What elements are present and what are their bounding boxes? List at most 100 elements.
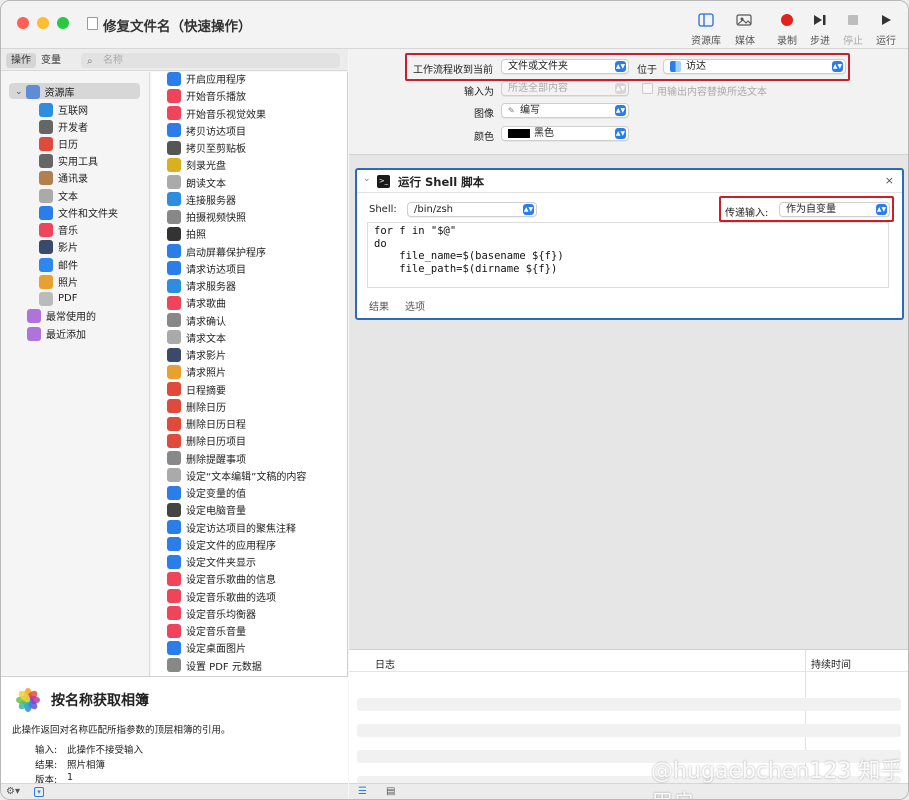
- action-item[interactable]: 设定音乐歌曲的选项: [167, 588, 276, 605]
- script-editor[interactable]: for f in "$@" do file_name=$(basename ${…: [367, 222, 889, 288]
- category-item[interactable]: 实用工具: [39, 152, 98, 169]
- action-item[interactable]: 设定音乐音量: [167, 622, 246, 639]
- list-view-icon[interactable]: ☰: [358, 786, 367, 797]
- action-item[interactable]: 设定访达项目的聚焦注释: [167, 519, 296, 536]
- replace-checkbox[interactable]: [642, 83, 653, 94]
- action-item[interactable]: 日程摘要: [167, 381, 226, 398]
- split-view-icon[interactable]: ▤: [386, 786, 395, 797]
- tab-variables[interactable]: 变量: [36, 53, 66, 68]
- action-item[interactable]: 设定文件的应用程序: [167, 536, 276, 553]
- gear-icon[interactable]: ⚙︎▾: [6, 786, 20, 797]
- action-item[interactable]: 开启应用程序: [167, 70, 246, 87]
- action-item[interactable]: 设置 PDF 元数据: [167, 657, 262, 674]
- action-label: 设定桌面图片: [186, 644, 246, 656]
- category-item[interactable]: ⌄ 资源库: [15, 83, 75, 100]
- search-field[interactable]: ⌕ 名称: [81, 53, 340, 68]
- action-item[interactable]: 拷贝访达项目: [167, 122, 246, 139]
- receives-popup[interactable]: 文件或文件夹 ▲▼: [501, 59, 629, 74]
- tab-results[interactable]: 结果: [369, 298, 389, 313]
- category-item[interactable]: 影片: [39, 238, 78, 255]
- category-label: 开发者: [58, 123, 88, 134]
- chevron-updown-icon: ▲▼: [615, 83, 626, 94]
- action-item[interactable]: 请求访达项目: [167, 260, 246, 277]
- category-item[interactable]: PDF: [39, 290, 77, 307]
- category-item[interactable]: 通讯录: [39, 169, 88, 186]
- zoom-button[interactable]: [57, 17, 69, 29]
- shell-popup[interactable]: /bin/zsh ▲▼: [407, 202, 537, 217]
- category-item[interactable]: 文件和文件夹: [39, 204, 118, 221]
- automator-window: 修复文件名（快速操作） 资源库 媒体 录制 步进 停止 运行 操作 变量 ⌕ 名…: [0, 0, 909, 800]
- pass-input-popup[interactable]: 作为自变量 ▲▼: [779, 202, 890, 217]
- action-item[interactable]: 请求歌曲: [167, 294, 226, 311]
- shell-popup-value: /bin/zsh: [414, 204, 453, 215]
- action-item[interactable]: 拍摄视频快照: [167, 208, 246, 225]
- log-column-header[interactable]: 日志: [375, 656, 395, 671]
- action-item[interactable]: 请求文本: [167, 329, 226, 346]
- duration-column-header[interactable]: 持续时间: [811, 656, 851, 671]
- action-icon: [167, 244, 181, 258]
- action-item[interactable]: 开始音乐视觉效果: [167, 105, 266, 122]
- category-label: PDF: [58, 293, 78, 304]
- category-item[interactable]: 最近添加: [27, 325, 86, 342]
- category-item[interactable]: 日历: [39, 135, 78, 152]
- utilities-icon: [39, 153, 53, 168]
- category-item[interactable]: 照片: [39, 273, 78, 290]
- action-item[interactable]: 请求照片: [167, 363, 226, 380]
- action-label: 设定变量的值: [186, 489, 246, 500]
- action-item[interactable]: 设定桌面图片: [167, 639, 246, 656]
- action-item[interactable]: 设定“文本编辑”文稿的内容: [167, 467, 306, 484]
- action-item[interactable]: 请求确认: [167, 312, 226, 329]
- action-item[interactable]: 连接服务器: [167, 191, 236, 208]
- action-item[interactable]: 启动屏幕保护程序: [167, 243, 266, 260]
- category-item[interactable]: 开发者: [39, 118, 88, 135]
- action-item[interactable]: 删除提醒事项: [167, 450, 246, 467]
- input-is-popup[interactable]: 所选全部内容 ▲▼: [501, 81, 629, 96]
- chevron-updown-icon: ▲▼: [876, 204, 887, 215]
- log-row: [357, 724, 901, 737]
- action-description: 按名称获取相簿 此操作返回对名称匹配所指参数的顶层相簿的引用。 输入: 此操作不…: [1, 676, 348, 786]
- description-toggle-icon[interactable]: ▾: [34, 787, 44, 797]
- action-item[interactable]: 设定变量的值: [167, 484, 246, 501]
- toolbar-record-button[interactable]: 录制: [769, 11, 805, 47]
- action-item[interactable]: 设定音乐歌曲的信息: [167, 570, 276, 587]
- image-popup[interactable]: ✎ 编写 ▲▼: [501, 103, 629, 118]
- tab-actions[interactable]: 操作: [6, 53, 36, 68]
- in-app-popup[interactable]: 访达 ▲▼: [663, 59, 846, 74]
- toolbar-run-button[interactable]: 运行: [868, 11, 904, 47]
- action-item[interactable]: 开始音乐播放: [167, 87, 246, 104]
- tab-options[interactable]: 选项: [405, 298, 425, 313]
- close-action-icon[interactable]: ×: [885, 174, 894, 187]
- toolbar-library-button[interactable]: 资源库: [688, 11, 724, 47]
- action-item[interactable]: 拍照: [167, 225, 206, 242]
- toolbar-stop-button[interactable]: 停止: [835, 11, 871, 47]
- category-item[interactable]: 邮件: [39, 256, 78, 273]
- step-icon: [802, 11, 838, 29]
- input-value: 此操作不接受输入: [67, 745, 144, 756]
- disclosure-icon[interactable]: ⌄: [363, 174, 371, 184]
- chevron-updown-icon: ▲▼: [832, 61, 843, 72]
- media-icon: [727, 11, 763, 29]
- action-item[interactable]: 请求服务器: [167, 277, 236, 294]
- toolbar-media-button[interactable]: 媒体: [727, 11, 763, 47]
- action-label: 请求访达项目: [186, 264, 246, 276]
- category-item[interactable]: 互联网: [39, 101, 88, 118]
- action-item[interactable]: 删除日历: [167, 398, 226, 415]
- toolbar-step-button[interactable]: 步进: [802, 11, 838, 47]
- category-item[interactable]: 最常使用的: [27, 307, 96, 324]
- action-item[interactable]: 删除日历项目: [167, 432, 246, 449]
- category-item[interactable]: 音乐: [39, 221, 78, 238]
- action-item[interactable]: 刻录光盘: [167, 156, 226, 173]
- category-item[interactable]: 文本: [39, 187, 78, 204]
- action-item[interactable]: 请求影片: [167, 346, 226, 363]
- close-button[interactable]: [17, 17, 29, 29]
- action-item[interactable]: 拷贝至剪贴板: [167, 139, 246, 156]
- color-popup[interactable]: 黑色 ▲▼: [501, 126, 629, 141]
- minimize-button[interactable]: [37, 17, 49, 29]
- action-item[interactable]: 设定电脑音量: [167, 501, 246, 518]
- action-item[interactable]: 设定音乐均衡器: [167, 605, 256, 622]
- action-item[interactable]: 删除日历日程: [167, 415, 246, 432]
- action-item[interactable]: 设定文件夹显示: [167, 553, 256, 570]
- action-item[interactable]: 朗读文本: [167, 174, 226, 191]
- action-icon: [167, 313, 181, 327]
- disclosure-icon[interactable]: ⌄: [15, 87, 23, 97]
